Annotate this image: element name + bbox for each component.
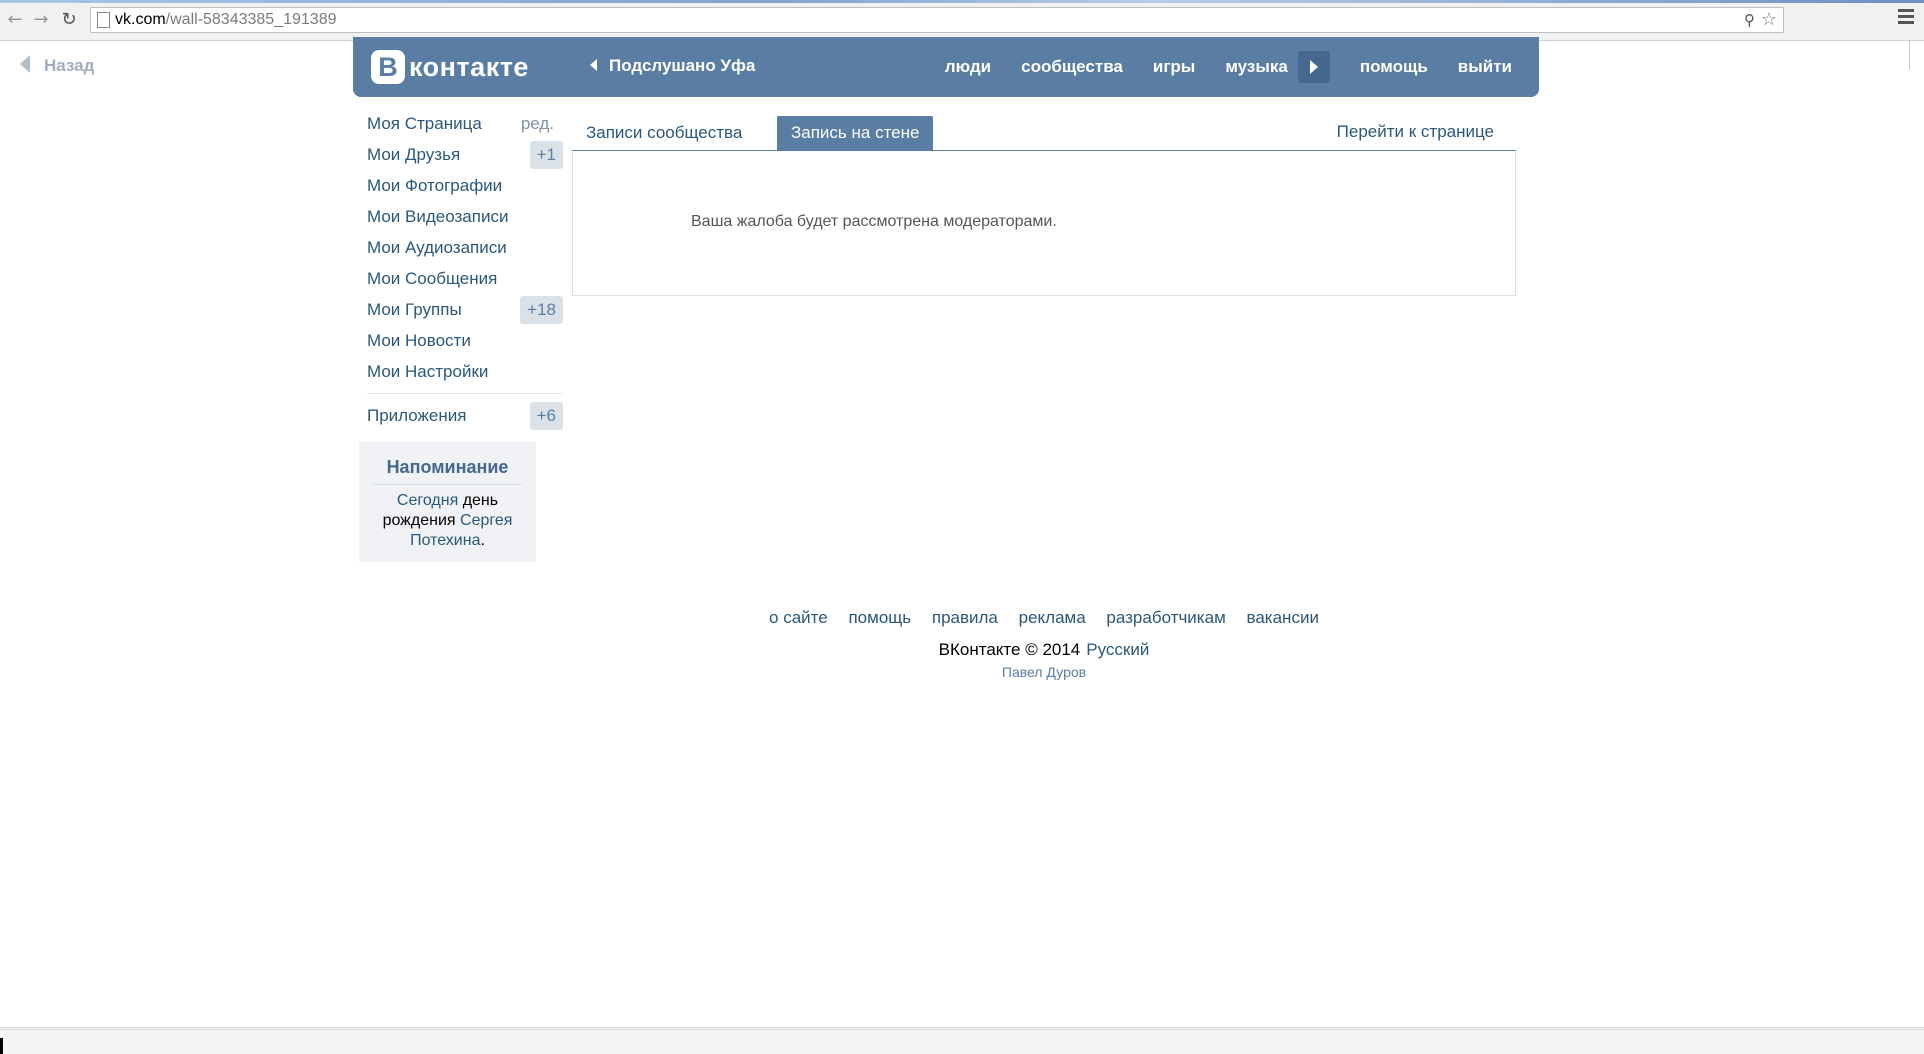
edit-link[interactable]: ред. [521, 110, 554, 138]
play-icon [1309, 60, 1318, 74]
sidebar-item-label: Мои Видеозаписи [367, 207, 509, 226]
friends-count-badge[interactable]: +1 [529, 141, 563, 169]
copyright: ВКонтакте © 2014 Русский [572, 640, 1516, 660]
logo-word: контакте [409, 51, 529, 82]
back-link[interactable]: Назад [20, 54, 95, 76]
tab-wall-post[interactable]: Запись на стене [777, 116, 934, 150]
reminder-divider [373, 484, 522, 485]
back-link-label: Назад [44, 56, 95, 75]
sidebar-item-label: Приложения [367, 406, 467, 425]
sidebar-item-label: Мои Аудиозаписи [367, 238, 507, 257]
sidebar-item-label: Мои Фотографии [367, 176, 503, 195]
footer-link-developers[interactable]: разработчикам [1106, 608, 1225, 627]
group-name: Подслушано Уфа [609, 56, 756, 75]
nav-logout[interactable]: выйти [1458, 57, 1512, 77]
sidebar-item-audio[interactable]: Мои Аудиозаписи [359, 234, 563, 265]
url-host: vk.com [115, 11, 166, 28]
address-url[interactable]: vk.com/wall-58343385_191389 [115, 11, 336, 29]
reminder-dot: . [480, 532, 485, 549]
menu-divider [367, 393, 563, 394]
bookmark-star-icon[interactable]: ☆ [1761, 9, 1777, 30]
go-to-page-link[interactable]: Перейти к странице [1337, 122, 1494, 142]
copyright-text: ВКонтакте © 2014 [938, 640, 1081, 659]
reminder-today-link[interactable]: Сегодня [397, 492, 458, 509]
sidebar-item-news[interactable]: Мои Новости [359, 327, 563, 358]
sidebar-item-photos[interactable]: Мои Фотографии [359, 172, 563, 203]
sidebar-item-groups[interactable]: Мои Группы +18 [359, 296, 563, 327]
sidebar-item-label: Мои Настройки [367, 362, 489, 381]
taskbar-strip [0, 1027, 1924, 1054]
side-menu: Моя Страница ред. Мои Друзья +1 Мои Фото… [359, 110, 563, 433]
nav-help[interactable]: помощь [1360, 57, 1428, 77]
apps-count-badge[interactable]: +6 [529, 402, 563, 430]
reload-icon[interactable]: ↻ [58, 10, 80, 30]
sidebar-item-messages[interactable]: Мои Сообщения [359, 265, 563, 296]
sidebar-item-label: Моя Страница [367, 114, 482, 133]
reminder-word: рождения [382, 512, 456, 529]
sidebar-item-settings[interactable]: Мои Настройки [359, 358, 563, 389]
reminder-word: день [462, 492, 499, 509]
tab-strip-edge [0, 0, 1924, 3]
nav-games[interactable]: игры [1153, 57, 1195, 77]
sidebar-item-videos[interactable]: Мои Видеозаписи [359, 203, 563, 234]
footer-link-help[interactable]: помощь [848, 608, 911, 627]
tab-community-posts[interactable]: Записи сообщества [572, 116, 756, 150]
text-cursor [0, 1038, 3, 1054]
url-path: /wall-58343385_191389 [165, 11, 337, 28]
sidebar-item-apps[interactable]: Приложения +6 [359, 402, 563, 433]
vk-logo[interactable]: В контакте [371, 50, 529, 84]
logo-letter: В [371, 50, 405, 84]
nav-people[interactable]: люди [945, 57, 991, 77]
music-play-button[interactable] [1297, 51, 1330, 83]
zoom-icon[interactable]: ⚲ [1744, 11, 1755, 29]
footer-link-jobs[interactable]: вакансии [1247, 608, 1319, 627]
reminder-name-link[interactable]: Сергея [460, 512, 512, 529]
author-link[interactable]: Павел Дуров [1002, 664, 1086, 680]
sidebar-item-label: Мои Новости [367, 331, 471, 350]
sidebar-item-label: Мои Группы [367, 300, 462, 319]
top-nav: люди сообщества игры музыка помощь выйти [930, 37, 1539, 97]
reminder-surname-link[interactable]: Потехина [410, 532, 480, 549]
sidebar-item-label: Мои Сообщения [367, 269, 498, 288]
reminder-text: Сегодня день рождения Сергея Потехина. [359, 491, 536, 551]
reminder-box: Напоминание Сегодня день рождения Сергея… [359, 442, 536, 562]
address-bar[interactable]: vk.com/wall-58343385_191389 ⚲ ☆ [90, 7, 1784, 33]
reminder-title: Напоминание [386, 457, 509, 477]
browser-menu-icon[interactable] [1898, 9, 1914, 25]
footer-link-about[interactable]: о сайте [769, 608, 828, 627]
sidebar-item-label: Мои Друзья [367, 145, 461, 164]
nav-music[interactable]: музыка [1225, 57, 1288, 77]
browser-toolbar: ← → ↻ vk.com/wall-58343385_191389 ⚲ ☆ [0, 0, 1924, 41]
footer-link-rules[interactable]: правила [932, 608, 998, 627]
left-triangle-icon [590, 59, 597, 71]
complaint-message: Ваша жалоба будет рассмотрена модератора… [691, 213, 1057, 230]
notice-box: Ваша жалоба будет рассмотрена модератора… [572, 151, 1516, 296]
back-arrow-icon[interactable]: ← [4, 10, 26, 30]
nav-communities[interactable]: сообщества [1021, 57, 1123, 77]
page-icon [97, 12, 110, 28]
groups-count-badge[interactable]: +18 [520, 296, 563, 324]
sidebar-item-friends[interactable]: Мои Друзья +1 [359, 141, 563, 172]
forward-arrow-icon[interactable]: → [30, 10, 52, 30]
footer-links: о сайте помощь правила реклама разработч… [572, 608, 1516, 628]
window-edge [1909, 40, 1924, 70]
content-tabs: Записи сообщества Запись на стене Перейт… [572, 112, 1516, 152]
footer-link-ads[interactable]: реклама [1019, 608, 1086, 627]
back-chevron-icon [20, 54, 30, 73]
site-header: В контакте Подслушано Уфа люди сообществ… [353, 37, 1539, 97]
sidebar-item-my-page[interactable]: Моя Страница ред. [359, 110, 563, 141]
group-back-link[interactable]: Подслушано Уфа [590, 56, 755, 76]
language-link[interactable]: Русский [1086, 640, 1149, 659]
footer: о сайте помощь правила реклама разработч… [572, 608, 1516, 681]
